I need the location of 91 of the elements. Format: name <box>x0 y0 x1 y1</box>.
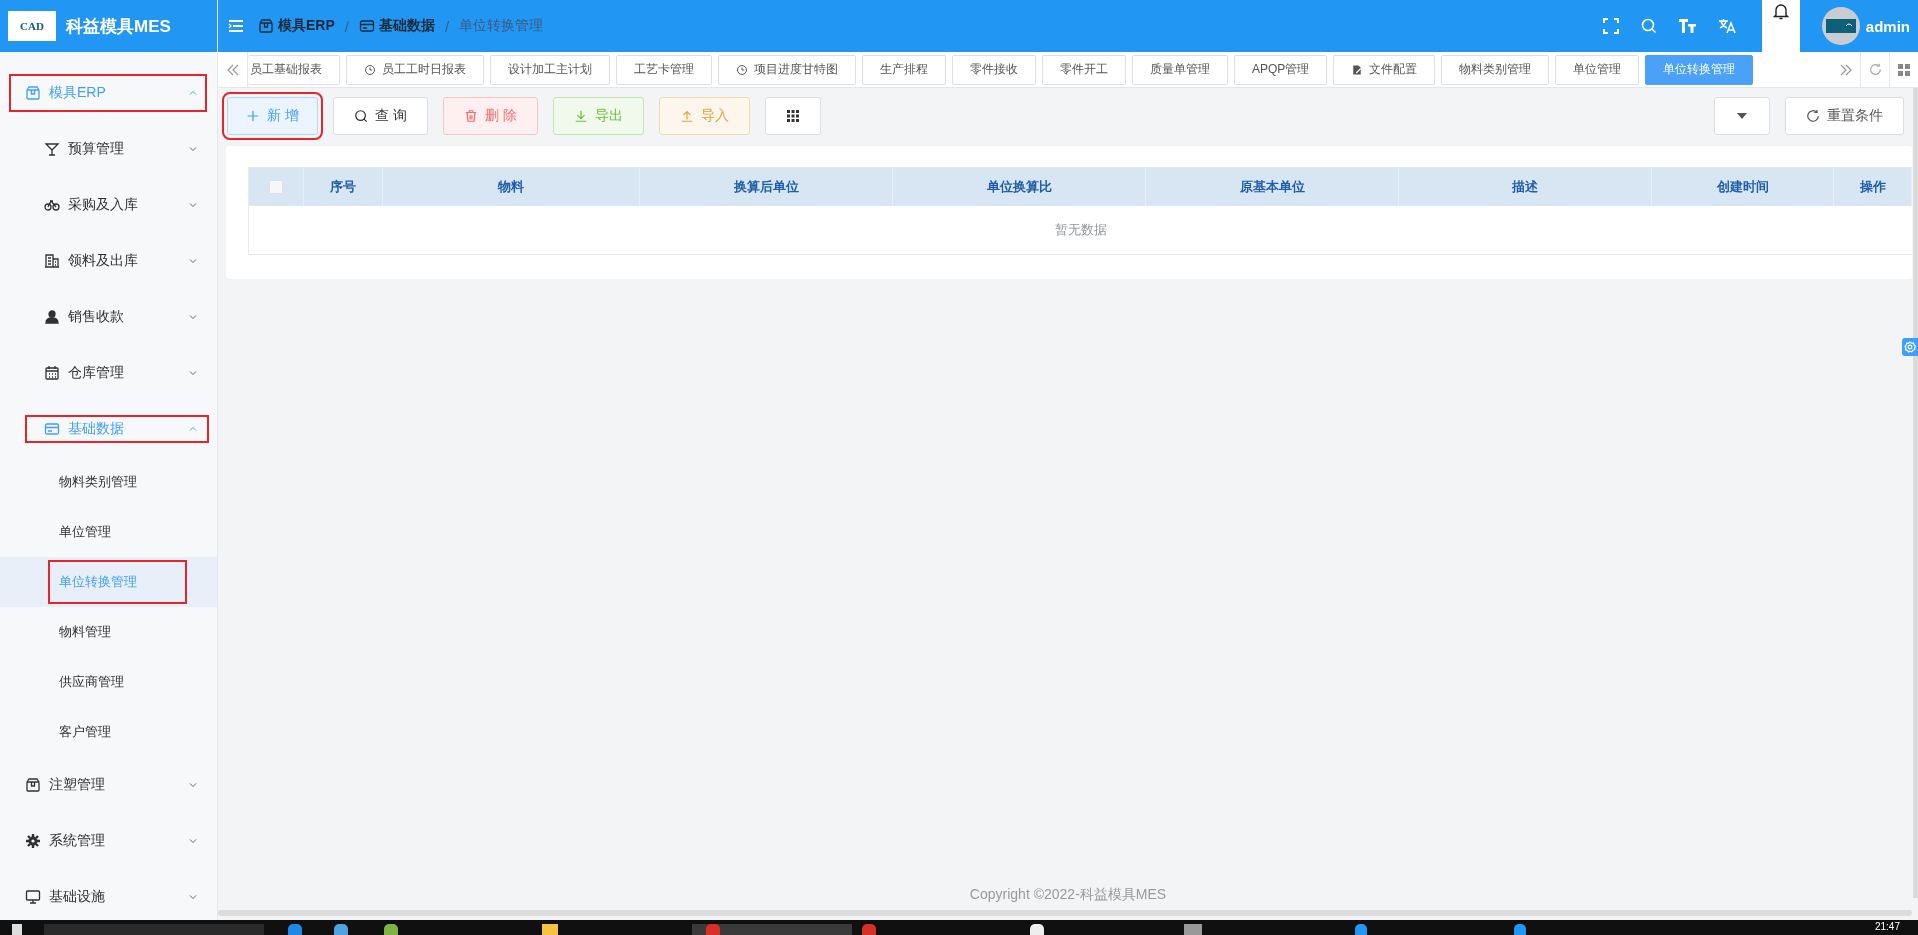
menu-item[interactable]: 单位管理 <box>48 509 122 555</box>
cocktail-glass-icon <box>44 141 60 157</box>
page-tab[interactable]: 员工基础报表 <box>248 54 340 85</box>
settings-icon[interactable] <box>1904 341 1916 353</box>
taskbar-app-icon[interactable] <box>334 924 348 935</box>
menu-item[interactable]: 销售收款 <box>0 289 217 345</box>
double-chevron-left-icon[interactable] <box>226 63 239 76</box>
vertical-scrollbar[interactable] <box>1913 88 1918 898</box>
trash-icon <box>463 109 478 123</box>
plus-icon <box>246 109 261 123</box>
columns-button[interactable] <box>764 97 821 135</box>
building-icon <box>44 253 60 269</box>
search-icon <box>354 109 368 123</box>
card-icon <box>358 18 375 34</box>
column-header: 换算后单位 <box>640 168 893 206</box>
refresh-icon[interactable] <box>1868 63 1882 76</box>
breadcrumb-item[interactable]: 基础数据 <box>358 17 435 35</box>
page-tab[interactable]: 质量单管理 <box>1132 54 1228 85</box>
download-icon <box>573 109 588 123</box>
menu-item[interactable]: 预算管理 <box>0 121 217 177</box>
menu-item[interactable]: 系统管理 <box>0 813 217 869</box>
box-icon <box>258 18 274 34</box>
monitor-icon <box>25 889 41 905</box>
menu-item[interactable]: 物料类别管理 <box>48 459 148 505</box>
empty-message: 暂无数据 <box>1053 221 1108 239</box>
font-size-icon[interactable] <box>1678 19 1696 33</box>
menu-item[interactable]: 客户管理 <box>48 709 122 755</box>
taskbar-app-icon[interactable] <box>1355 924 1367 935</box>
page-tab[interactable]: 单位管理 <box>1555 54 1640 85</box>
menu-item[interactable]: 供应商管理 <box>48 659 135 705</box>
document-edit-icon <box>1351 63 1364 76</box>
upload-icon <box>679 109 694 123</box>
page-tab[interactable]: 项目进度甘特图 <box>718 54 856 85</box>
page-tab[interactable]: 生产排程 <box>862 54 946 85</box>
menu-item[interactable]: 仓库管理 <box>0 345 217 401</box>
taskbar-clock: 21:47 <box>1874 921 1900 933</box>
page-tab[interactable]: 零件开工 <box>1042 54 1126 85</box>
page-tab[interactable]: APQP管理 <box>1234 54 1328 85</box>
page-tab[interactable]: 工艺卡管理 <box>616 54 712 85</box>
gear-icon <box>25 833 41 849</box>
toolbar-button[interactable]: 查 询 <box>333 97 428 135</box>
column-header: 单位换算比 <box>893 168 1146 206</box>
clock-icon <box>364 63 376 76</box>
app-title: 科益模具MES <box>66 15 171 38</box>
breadcrumb-item: 单位转换管理 <box>459 17 544 35</box>
menu-item[interactable]: 领料及出库 <box>0 233 217 289</box>
breadcrumb-item[interactable]: 模具ERP <box>258 17 335 35</box>
avatar[interactable] <box>1821 7 1860 45</box>
box-icon <box>25 777 41 793</box>
page-tab[interactable]: 文件配置 <box>1333 54 1436 85</box>
grid-icon <box>786 110 799 122</box>
bicycle-icon <box>44 197 60 213</box>
box-icon <box>25 85 41 101</box>
taskbar-app-icon[interactable] <box>1514 924 1526 935</box>
menu-icon[interactable] <box>228 19 244 33</box>
taskbar-app-icon[interactable] <box>1030 924 1044 935</box>
column-header: 物料 <box>383 168 640 206</box>
menu-item[interactable]: 物料管理 <box>48 609 122 655</box>
copyright-text: Copyright ©2022-科益模具MES <box>968 886 1168 904</box>
translate-icon[interactable] <box>1717 18 1736 34</box>
horizontal-scrollbar[interactable] <box>218 910 1912 916</box>
page-tab[interactable]: 零件接收 <box>952 54 1036 85</box>
fullscreen-icon[interactable] <box>1602 18 1619 34</box>
menu-item[interactable]: 采购及入库 <box>0 177 217 233</box>
select-all-checkbox[interactable] <box>269 180 283 194</box>
caret-down-icon <box>1737 113 1747 119</box>
page-tab[interactable]: 设计加工主计划 <box>490 54 610 85</box>
grid-icon[interactable] <box>1898 63 1910 76</box>
refresh-icon <box>1806 109 1820 123</box>
taskbar-app-icon[interactable] <box>384 924 398 935</box>
bell-icon[interactable] <box>1772 2 1789 20</box>
column-header: 序号 <box>304 168 383 206</box>
company-logo: CAD <box>8 11 56 41</box>
breadcrumb-separator: / <box>444 17 450 35</box>
reset-button[interactable]: 重置条件 <box>1785 97 1904 135</box>
taskbar-window[interactable] <box>692 924 852 935</box>
calendar-icon <box>44 365 60 381</box>
breadcrumb-separator: / <box>344 17 349 35</box>
clock-icon <box>736 63 748 76</box>
search-icon[interactable] <box>1640 18 1657 34</box>
user-icon <box>44 309 60 325</box>
menu-item[interactable]: 注塑管理 <box>0 757 217 813</box>
double-chevron-right-icon[interactable] <box>1840 63 1852 76</box>
page-tab[interactable]: 员工工时日报表 <box>346 54 484 85</box>
page-tab[interactable]: 物料类别管理 <box>1441 54 1550 85</box>
menu-item[interactable]: 基础设施 <box>0 869 217 920</box>
card-icon <box>44 421 60 437</box>
column-header: 描述 <box>1399 168 1652 206</box>
column-header: 创建时间 <box>1652 168 1834 206</box>
column-header: 原基本单位 <box>1146 168 1399 206</box>
column-header: 操作 <box>1834 168 1912 206</box>
